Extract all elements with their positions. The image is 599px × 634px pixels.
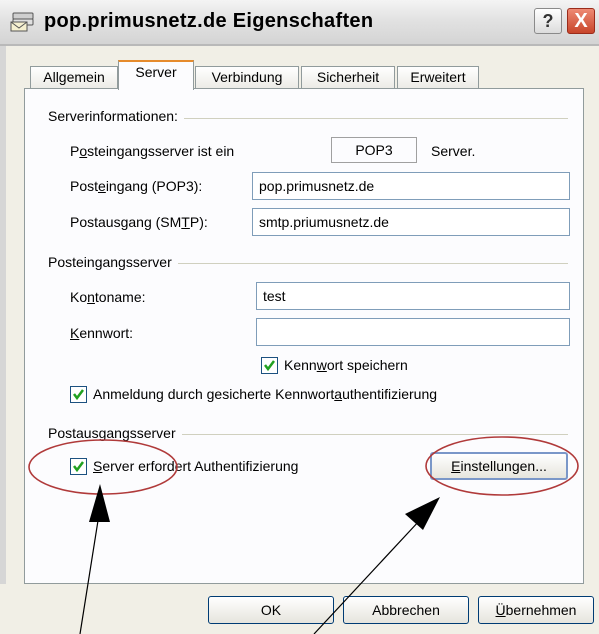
checkmark-icon bbox=[264, 360, 275, 372]
checkmark-icon bbox=[73, 389, 84, 401]
save-password-checkbox[interactable] bbox=[261, 357, 278, 374]
outgoing-server-input[interactable]: smtp.priumusnetz.de bbox=[252, 208, 570, 236]
password-label: Kennwort: bbox=[70, 325, 134, 341]
settings-button[interactable]: Einstellungen... bbox=[430, 452, 568, 480]
mail-server-icon bbox=[10, 12, 34, 32]
outgoing-server-group-label: Postausgangsserver bbox=[48, 425, 182, 441]
help-button[interactable]: ? bbox=[534, 8, 562, 34]
ok-button[interactable]: OK bbox=[208, 596, 334, 624]
incoming-server-group-label: Posteingangsserver bbox=[48, 254, 178, 270]
secure-password-auth-label[interactable]: Anmeldung durch gesicherte Kennwortauthe… bbox=[93, 386, 437, 402]
password-input[interactable] bbox=[256, 318, 570, 346]
apply-button[interactable]: Übernehmen bbox=[478, 596, 594, 624]
tab-allgemein[interactable]: Allgemein bbox=[30, 66, 118, 88]
window-title: pop.primusnetz.de Eigenschaften bbox=[44, 10, 374, 32]
properties-dialog: pop.primusnetz.de Eigenschaften ? X Allg… bbox=[0, 0, 599, 634]
title-bar[interactable]: pop.primusnetz.de Eigenschaften ? X bbox=[0, 0, 599, 46]
server-requires-auth-checkbox[interactable] bbox=[70, 458, 87, 475]
account-name-input[interactable]: test bbox=[256, 282, 570, 310]
incoming-type-label: Posteingangsserver ist ein bbox=[70, 143, 235, 159]
checkmark-icon bbox=[73, 461, 84, 473]
server-info-group-label: Serverinformationen: bbox=[48, 108, 184, 124]
tab-sicherheit[interactable]: Sicherheit bbox=[301, 66, 395, 88]
cancel-button[interactable]: Abbrechen bbox=[343, 596, 469, 624]
server-requires-auth-label[interactable]: Server erfordert Authentifizierung bbox=[93, 458, 298, 474]
tab-erweitert[interactable]: Erweitert bbox=[397, 66, 479, 88]
save-password-label[interactable]: Kennwort speichern bbox=[284, 357, 408, 373]
server-suffix-label: Server. bbox=[431, 143, 476, 159]
incoming-server-label: Posteingang (POP3): bbox=[70, 178, 203, 194]
secure-password-auth-checkbox[interactable] bbox=[70, 386, 87, 403]
outgoing-server-label: Postausgang (SMTP): bbox=[70, 214, 208, 230]
tab-server[interactable]: Server bbox=[118, 60, 194, 90]
tab-verbindung[interactable]: Verbindung bbox=[195, 66, 299, 88]
incoming-server-input[interactable]: pop.primusnetz.de bbox=[252, 172, 570, 200]
close-button[interactable]: X bbox=[567, 8, 595, 34]
incoming-protocol-value: POP3 bbox=[331, 137, 417, 163]
account-name-label: Kontoname: bbox=[70, 289, 146, 305]
window-left-edge bbox=[0, 46, 6, 634]
